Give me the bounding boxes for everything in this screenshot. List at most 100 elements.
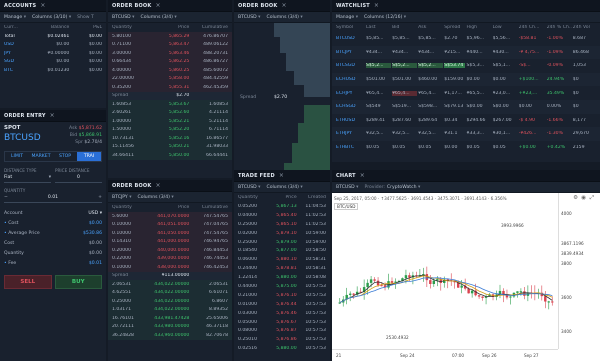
bid-row[interactable]: 36.24828 433,960.00000 82.70678 (108, 331, 232, 340)
watchlist-row[interactable]: BTCSGD S$5,2... S$5,2... S$5,2... S$53.74 S$5… (332, 59, 600, 73)
watchlist-row[interactable]: BTCJPY ¥434... ¥434... ¥434... ¥215... ¥440..… (332, 45, 600, 60)
provider-dropdown[interactable]: CryptoWatch (387, 185, 420, 190)
watchlist-row[interactable]: BTCUSD $5,85... $5,85... $5,85... $2.70 $5,96… (332, 32, 600, 46)
column-header[interactable]: Quantity (112, 205, 151, 210)
trade-row[interactable]: 0.04000 5,865.40 11:02:53 (234, 211, 330, 220)
ask-row[interactable]: 0.20000 440,000.0000 746.84453 (108, 246, 232, 255)
column-header[interactable]: Cumulative (189, 205, 228, 210)
column-header[interactable]: P&L (69, 25, 102, 30)
symbol-dropdown[interactable]: BTCUSD (238, 185, 261, 190)
column-header[interactable]: Price (151, 205, 189, 210)
symbol-dropdown[interactable]: BTCUSD (238, 15, 261, 20)
column-header[interactable]: Created (297, 195, 326, 200)
tab-limit[interactable]: LIMIT (5, 152, 29, 161)
account-row[interactable]: SGD $0.00 $0.00 (0, 58, 106, 67)
ask-row[interactable]: 22.00000 5,858.00 484.42559 (108, 74, 232, 83)
bid-row[interactable]: 1.60853 5,853.67 1.60853 (108, 100, 232, 109)
column-header[interactable]: Ask (418, 25, 443, 30)
bid-row[interactable]: 2.06531 434,022.00000 2.06531 (108, 280, 232, 289)
column-header[interactable]: Curr... (4, 25, 37, 30)
distance-type-select[interactable]: Fiat ▾ (4, 173, 51, 183)
close-icon[interactable]: × (50, 112, 55, 119)
column-header[interactable]: Cumulative (189, 25, 228, 30)
trade-row[interactable]: 0.05200 5,867.13 11:04:53 (234, 202, 330, 211)
column-header[interactable]: High (466, 25, 491, 30)
column-header[interactable]: Price (267, 195, 296, 200)
minus-icon[interactable]: − (4, 195, 8, 200)
tab-market[interactable]: MARKET (29, 152, 53, 161)
ask-row[interactable]: 0.66434 5,862.25 486.86727 (108, 57, 232, 66)
symbol-dropdown[interactable]: BTCUSD (112, 15, 135, 20)
bid-row[interactable]: 10.73131 5,852.16 16.86577 (108, 134, 232, 143)
column-header[interactable]: Spread (444, 25, 465, 30)
column-header[interactable]: Low (493, 25, 518, 30)
trade-row[interactable]: 0.44000 5,875.00 10:57:53 (234, 282, 330, 291)
bid-row[interactable]: 34.66411 5,850.00 66.64441 (108, 151, 232, 160)
symbol-dropdown[interactable]: BTCJPY (112, 195, 132, 200)
close-icon[interactable]: × (374, 2, 379, 9)
bid-row[interactable]: 16.76101 433,981.47428 25.65006 (108, 314, 232, 323)
bid-row[interactable]: 4.62551 434,022.00000 6.61071 (108, 288, 232, 297)
trade-row[interactable]: 0.06000 5,880.10 10:58:31 (234, 255, 330, 264)
trade-row[interactable]: 0.01000 5,876.44 10:57:53 (234, 300, 330, 309)
show-toggle[interactable]: Show T (77, 15, 94, 20)
ask-row[interactable]: 0.35200 5,855.31 462.45359 (108, 83, 232, 92)
ask-row[interactable]: 3.00000 5,863.46 488.20731 (108, 49, 232, 58)
watchlist-row[interactable]: ETHJPY ¥32,5... ¥32,5... ¥32,5... ¥31.1 ¥33,3… (332, 127, 600, 141)
price-distance-input[interactable]: 0 (55, 173, 102, 183)
trade-row[interactable]: 0.25010 5,876.86 10:57:53 (234, 335, 330, 344)
trade-row[interactable]: 0.21000 5,876.10 10:57:53 (234, 291, 330, 300)
bid-row[interactable]: 2.60261 5,852.60 4.21114 (108, 108, 232, 117)
account-select[interactable]: USD ▾ (88, 209, 102, 219)
account-row[interactable]: Total $0.02461 $0.00 (0, 32, 106, 41)
watchlist-row[interactable]: ETHUSD $289.41 $287.60 $289.64 $0.34 $294.66 $… (332, 114, 600, 128)
trade-row[interactable]: 0.24400 5,878.81 10:58:31 (234, 264, 330, 273)
column-header[interactable]: 24h Vol (573, 25, 596, 30)
column-header[interactable]: 24h Ch... (519, 25, 546, 30)
columns-dropdown[interactable]: Columns (3/4) (141, 15, 177, 20)
trade-row[interactable]: 0.08000 5,876.87 10:57:53 (234, 326, 330, 335)
columns-dropdown[interactable]: Columns (3/4) (267, 185, 303, 190)
bid-row[interactable]: 1.03171 434,022.00000 8.89352 (108, 305, 232, 314)
tab-stop[interactable]: STOP (53, 152, 77, 161)
sell-button[interactable]: SELL (4, 275, 52, 289)
symbol-dropdown[interactable]: BTCUSD (4, 133, 41, 143)
columns-dropdown[interactable]: Columns (12/16) (364, 15, 406, 20)
bid-row[interactable]: 15.11456 5,850.21 31.98033 (108, 142, 232, 151)
trade-row[interactable]: 0.03000 5,876.46 10:57:53 (234, 309, 330, 318)
bid-price[interactable]: $5,868.91 (79, 133, 102, 138)
ask-price[interactable]: $5,871.62 (79, 126, 102, 131)
account-row[interactable]: BTC $0.01230 $0.00 (0, 66, 106, 75)
ask-row[interactable]: 0.10000 438,000.0000 746.42453 (108, 263, 232, 272)
columns-dropdown[interactable]: Columns (3/4) (138, 195, 174, 200)
column-header[interactable]: Symbol (336, 25, 365, 30)
trade-row[interactable]: 0.02000 5,879.10 10:59:00 (234, 229, 330, 238)
tab-trai[interactable]: TRAI (77, 152, 101, 161)
close-icon[interactable]: × (281, 2, 286, 9)
close-icon[interactable]: × (155, 182, 160, 189)
bid-row[interactable]: 20.72111 433,980.00000 46.37118 (108, 322, 232, 331)
columns-dropdown[interactable]: Columns (3/10) (32, 15, 71, 20)
trade-row[interactable]: 0.25000 5,865.10 11:02:53 (234, 220, 330, 229)
watchlist-row[interactable]: ETHBTC $0.05 $0.05 $0.05 $0.00 $0.05 $0.05 +$0.… (332, 141, 600, 155)
manage-dropdown[interactable]: Manage (4, 15, 26, 20)
ask-row[interactable]: 0.22000 439,000.0000 746.74453 (108, 254, 232, 263)
close-icon[interactable]: × (360, 172, 365, 179)
columns-dropdown[interactable]: Columns (3/4) (267, 15, 303, 20)
trade-row[interactable]: 0.18540 5,877.00 10:58:50 (234, 246, 330, 255)
bid-row[interactable]: 1.00000 5,852.21 5.21114 (108, 117, 232, 126)
ask-row[interactable]: 0.14310 441,000.0000 746.94765 (108, 237, 232, 246)
buy-button[interactable]: BUY (54, 275, 102, 289)
bid-row[interactable]: 1.50000 5,852.20 6.71114 (108, 125, 232, 134)
plus-icon[interactable]: + (98, 195, 102, 200)
close-icon[interactable]: × (40, 2, 45, 9)
column-header[interactable]: Quantity (112, 25, 151, 30)
trade-row[interactable]: 0.02516 5,880.00 10:57:53 (234, 344, 330, 353)
ask-row[interactable]: 0.71100 5,863.47 489.06122 (108, 40, 232, 49)
trade-row[interactable]: 1.22414 5,880.00 10:58:08 (234, 273, 330, 282)
close-icon[interactable]: × (279, 172, 284, 179)
ask-row[interactable]: 5.6000 441,070.0000 747.54765 (108, 212, 232, 221)
close-icon[interactable]: × (155, 2, 160, 9)
ask-row[interactable]: 4.00000 5,860.25 485.60072 (108, 66, 232, 75)
ask-row[interactable]: 5.80100 5,865.29 476.86707 (108, 32, 232, 41)
